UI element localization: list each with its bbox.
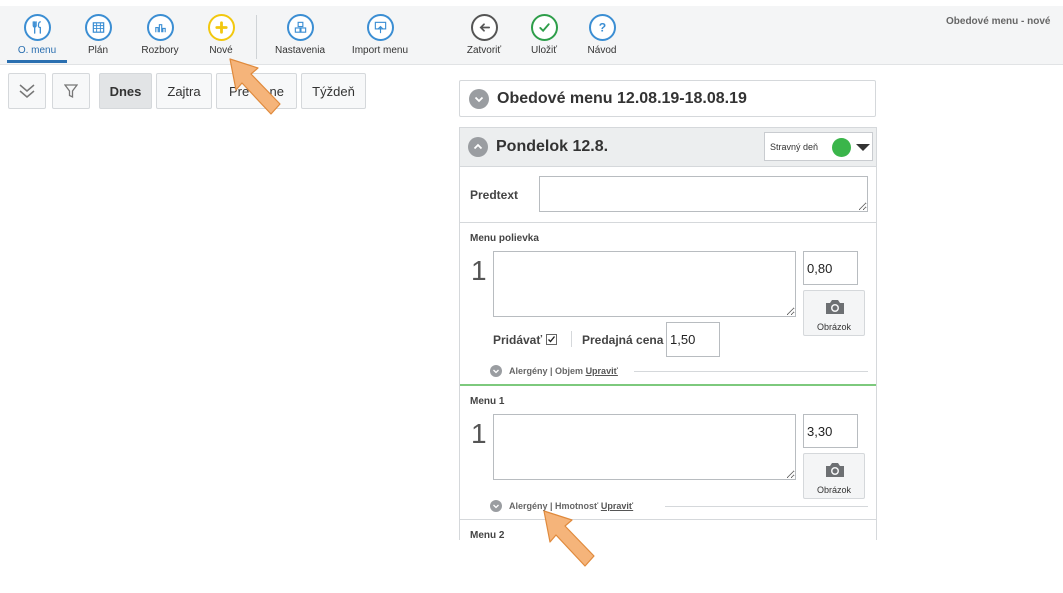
- day-header: Pondelok 12.8. Stravný deň: [460, 128, 876, 167]
- menu1-price-input[interactable]: [803, 414, 858, 448]
- toolbar-import-menu-button[interactable]: Import menu: [349, 6, 411, 64]
- soup-section-divider: [460, 384, 876, 386]
- vertical-divider: [571, 331, 572, 347]
- toolbar-label: Nové: [209, 45, 233, 56]
- funnel-icon: [64, 84, 78, 99]
- soup-description-textarea[interactable]: [493, 251, 796, 317]
- soup-allergen-info: Alergény | Objem Upraviť: [509, 366, 618, 376]
- menu-header[interactable]: Obedové menu 12.08.19-18.08.19: [459, 80, 876, 117]
- day-status-label: Stravný deň: [770, 142, 819, 152]
- menu-title: Obedové menu 12.08.19-18.08.19: [497, 90, 747, 107]
- divider: [460, 519, 876, 520]
- boxes-icon: [287, 14, 314, 41]
- item-number: 1: [471, 418, 487, 449]
- menu1-allergen-edit-link[interactable]: Upraviť: [601, 501, 633, 511]
- allergen-chevron-icon[interactable]: [490, 500, 502, 512]
- predtext-label: Predtext: [470, 188, 519, 202]
- expand-all-button[interactable]: [8, 73, 46, 109]
- toolbar-navod-button[interactable]: ? Návod: [580, 6, 624, 64]
- soup-image-button[interactable]: Obrázok: [803, 290, 865, 336]
- image-button-label: Obrázok: [816, 485, 851, 495]
- filter-today-button[interactable]: Dnes: [99, 73, 152, 109]
- camera-icon: [826, 300, 844, 314]
- plus-icon: [208, 14, 235, 41]
- toolbar-rozbory-button[interactable]: Rozbory: [134, 6, 186, 64]
- filter-label: Dnes: [109, 83, 142, 99]
- chevron-up-icon[interactable]: [468, 137, 488, 157]
- camera-icon: [826, 463, 844, 477]
- status-dot: [832, 138, 851, 157]
- filter-week-button[interactable]: Týždeň: [301, 73, 366, 109]
- item-number: 1: [471, 255, 487, 286]
- divider: [634, 371, 868, 372]
- toolbar-label: Nastavenia: [274, 45, 326, 56]
- divider: [460, 222, 876, 223]
- menu1-description-textarea[interactable]: [493, 414, 796, 480]
- day-title: Pondelok 12.8.: [496, 138, 609, 155]
- menu1-image-button[interactable]: Obrázok: [803, 453, 865, 499]
- sale-price-input[interactable]: [666, 322, 720, 357]
- filter-tomorrow-button[interactable]: Zajtra: [156, 73, 212, 109]
- toolbar-zatvorit-button[interactable]: Zatvoriť: [462, 6, 506, 64]
- back-arrow-icon: [471, 14, 498, 41]
- section-title: Menu polievka: [470, 233, 539, 244]
- sale-price-label: Predajná cena: [582, 333, 664, 347]
- fork-knife-icon: [24, 14, 51, 41]
- toolbar-label: Zatvoriť: [466, 45, 502, 56]
- annotation-arrow-icon: [229, 58, 281, 115]
- section-title: Menu 2: [470, 530, 505, 540]
- toolbar-plan-button[interactable]: Plán: [75, 6, 121, 64]
- day-panel: Pondelok 12.8. Stravný deň Predtext Menu…: [459, 127, 877, 540]
- toolbar-label: O. menu: [17, 45, 57, 56]
- double-chevron-down-icon: [19, 84, 35, 98]
- svg-text:?: ?: [599, 21, 606, 35]
- toolbar-o-menu-button[interactable]: O. menu: [7, 6, 67, 64]
- filter-label: Zajtra: [167, 83, 201, 99]
- window-title: Obedové menu - nové: [946, 16, 1051, 27]
- toolbar-divider: [256, 15, 257, 59]
- toolbar-label: Návod: [587, 45, 617, 56]
- toolbar-label: Rozbory: [141, 45, 179, 56]
- add-label: Pridávať: [493, 333, 543, 347]
- section-title: Menu 1: [470, 396, 505, 407]
- filter-button[interactable]: [52, 73, 90, 109]
- toolbar-label: Uložiť: [531, 45, 557, 56]
- soup-price-input[interactable]: [803, 251, 858, 285]
- predtext-textarea[interactable]: [539, 176, 868, 212]
- main-toolbar: O. menu Plán Rozbory Nové Nastavenia Imp…: [0, 6, 1063, 65]
- active-tab-underline: [7, 60, 67, 63]
- import-icon: [367, 14, 394, 41]
- allergen-text: Alergény | Objem: [509, 366, 584, 376]
- image-button-label: Obrázok: [816, 322, 851, 332]
- chevron-down-icon[interactable]: [469, 89, 489, 109]
- allergen-chevron-icon[interactable]: [490, 365, 502, 377]
- toolbar-label: Plán: [87, 45, 108, 56]
- toolbar-label: Import menu: [351, 45, 409, 56]
- day-status-select[interactable]: Stravný deň: [764, 132, 873, 161]
- filter-label: Týždeň: [312, 83, 355, 99]
- toolbar-ulozit-button[interactable]: Uložiť: [522, 6, 566, 64]
- soup-allergen-edit-link[interactable]: Upraviť: [586, 366, 618, 376]
- bar-chart-icon: [147, 14, 174, 41]
- question-icon: ?: [589, 14, 616, 41]
- divider: [665, 506, 868, 507]
- annotation-arrow-icon: [543, 510, 595, 567]
- check-icon: [531, 14, 558, 41]
- caret-down-icon: [856, 144, 870, 151]
- add-checkbox[interactable]: [546, 334, 557, 345]
- calendar-grid-icon: [85, 14, 112, 41]
